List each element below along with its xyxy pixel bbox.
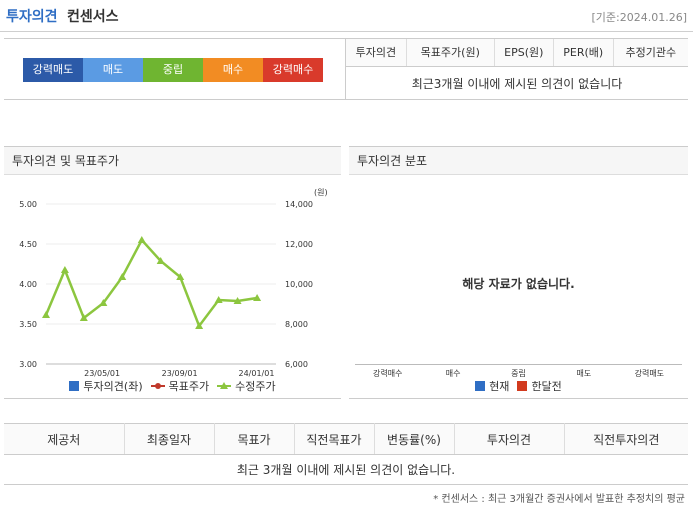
section-subtitle: 컨센서스 (67, 9, 119, 25)
scale-strong-sell: 강력매도 (23, 58, 83, 82)
col-change-rate: 변동률(%) (374, 423, 455, 455)
x-axis-tick: 23/05/01 (84, 369, 120, 378)
scale-sell: 매도 (83, 58, 143, 82)
legend-opinion-swatch (69, 381, 80, 391)
consensus-table: 투자의견 목표주가(원) EPS(원) PER(배) 추정기관수 최근3개월 이… (345, 39, 688, 100)
base-date: [기준:2024.01.26] (591, 11, 687, 24)
opinion-scale: 강력매도 매도 중립 매수 강력매수 (23, 58, 323, 82)
consensus-section: 강력매도 매도 중립 매수 강력매수 투자의견 목표주가(원) EPS(원) P… (4, 38, 688, 100)
col-opinion: 투자의견 (454, 423, 565, 455)
scale-buy: 매수 (203, 58, 263, 82)
left-axis-tick: 5.00 (19, 200, 37, 209)
scale-strong-buy: 강력매수 (263, 58, 323, 82)
right-axis-tick: 8,000 (285, 320, 308, 329)
legend-target-label: 목표주가 (168, 380, 210, 393)
no-data-message: 해당 자료가 없습니다. (462, 277, 575, 291)
col-last-date: 최종일자 (124, 423, 215, 455)
left-axis-tick: 4.00 (19, 280, 37, 289)
legend-current: 현재 (475, 378, 509, 394)
col-target: 목표가 (214, 423, 295, 455)
adjusted-price-point (42, 311, 50, 318)
legend-adjusted-marker (217, 382, 232, 389)
col-prev-opinion: 직전투자의견 (564, 423, 688, 455)
dist-axis (355, 364, 682, 365)
right-axis-tick: 14,000 (285, 200, 313, 209)
x-axis-tick: 24/01/01 (238, 369, 274, 378)
col-target-price: 목표주가(원) (406, 39, 495, 67)
legend-month-ago-label: 한달전 (531, 380, 562, 393)
provider-table: 제공처 최종일자 목표가 직전목표가 변동률(%) 투자의견 직전투자의견 최근… (4, 423, 688, 485)
legend-current-label: 현재 (489, 380, 510, 393)
left-axis-tick: 4.50 (19, 240, 37, 249)
chart-legend: 투자의견(좌) 목표주가 수정주가 (4, 378, 341, 394)
adjusted-price-point (137, 236, 146, 243)
legend-opinion: 투자의견(좌) (69, 378, 143, 394)
legend-adjusted-label: 수정주가 (235, 380, 276, 393)
opinion-price-panel: 투자의견 및 목표주가 (원) 5.00 4.50 4.00 3.50 3.00 14,… (4, 146, 341, 399)
col-opinion: 투자의견 (345, 39, 407, 67)
opinion-price-chart: (원) 5.00 4.50 4.00 3.50 3.00 14,000 12,000 10,… (19, 188, 328, 378)
legend-target-marker (150, 383, 165, 389)
col-prev-target: 직전목표가 (294, 423, 375, 455)
footnote: * 컨센서스 : 최근 3개월간 증권사에서 발표한 추정치의 평균 (433, 494, 685, 505)
col-institutions: 추정기관수 (613, 39, 688, 67)
right-axis-tick: 10,000 (285, 280, 313, 289)
legend-month-ago-swatch (517, 381, 528, 391)
col-per: PER(배) (553, 39, 614, 67)
right-axis-tick: 6,000 (285, 360, 308, 369)
legend-opinion-label: 투자의견(좌) (83, 380, 143, 393)
adjusted-price-point (60, 266, 69, 273)
x-axis-tick: 23/09/01 (162, 369, 198, 378)
page-header: 투자의견 컨센서스 [기준:2024.01.26] (0, 0, 693, 32)
dist-panel-title: 투자의견 분포 (349, 147, 688, 175)
legend-current-swatch (475, 381, 486, 391)
adjusted-price-line (44, 237, 258, 329)
scale-neutral: 중립 (143, 58, 203, 82)
col-eps: EPS(원) (494, 39, 554, 67)
col-provider: 제공처 (4, 423, 125, 455)
legend-adjusted: 수정주가 (217, 378, 276, 394)
right-axis-unit: (원) (314, 188, 328, 197)
section-title: 투자의견 (6, 9, 58, 25)
left-axis-tick: 3.00 (19, 360, 37, 369)
legend-target: 목표주가 (150, 378, 210, 394)
left-axis-tick: 3.50 (19, 320, 37, 329)
provider-empty-message: 최근 3개월 이내에 제시된 의견이 없습니다. (236, 463, 456, 477)
opinion-distribution-panel: 투자의견 분포 해당 자료가 없습니다. 강력매수 매수 중립 매도 강력매도 … (349, 146, 688, 399)
consensus-empty-message: 최근3개월 이내에 제시된 의견이 없습니다 (411, 76, 623, 91)
dist-legend: 현재 한달전 (349, 378, 688, 394)
right-axis-tick: 12,000 (285, 240, 313, 249)
legend-month-ago: 한달전 (517, 378, 562, 394)
